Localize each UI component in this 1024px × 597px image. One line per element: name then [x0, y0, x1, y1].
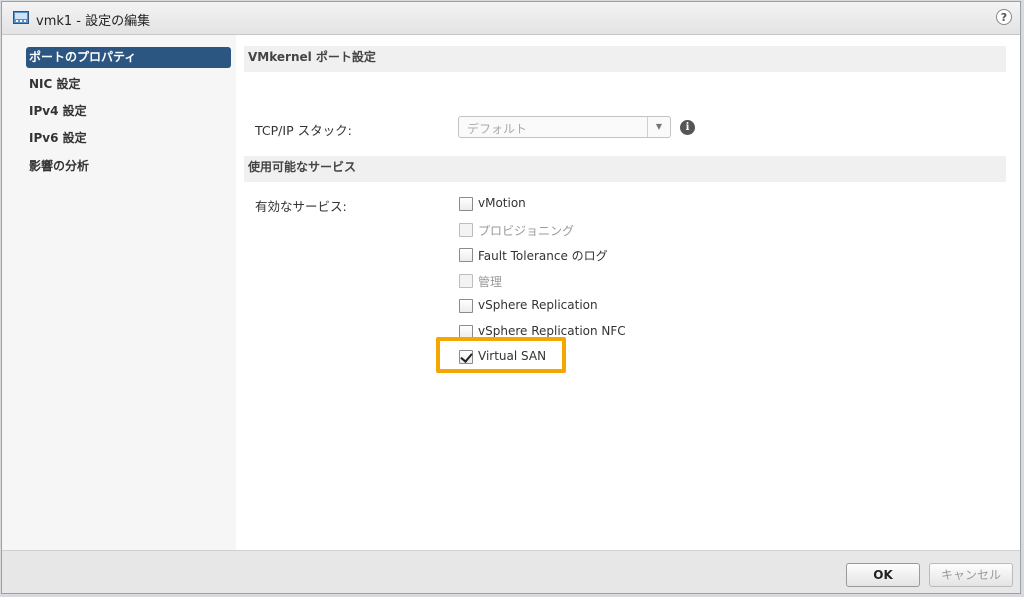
sidebar-item-port-properties[interactable]: ポートのプロパティ	[26, 47, 231, 68]
dialog-footer: OK キャンセル	[2, 550, 1020, 593]
settings-content: VMkernel ポート設定 TCP/IP スタック: デフォルト ▼ i 使用…	[236, 35, 1020, 550]
sidebar-item-nic-settings[interactable]: NIC 設定	[26, 74, 231, 95]
fault-tolerance-checkbox[interactable]	[459, 248, 473, 262]
info-icon[interactable]: i	[680, 120, 695, 135]
settings-sidebar: ポートのプロパティ NIC 設定 IPv4 設定 IPv6 設定 影響の分析	[2, 35, 236, 550]
help-icon[interactable]: ?	[996, 9, 1012, 25]
tcpip-stack-select[interactable]: デフォルト ▼	[458, 116, 671, 138]
network-adapter-icon	[13, 11, 29, 24]
chevron-down-icon[interactable]: ▼	[647, 117, 670, 137]
title-bar[interactable]: vmk1 - 設定の編集 ?	[2, 2, 1020, 35]
edit-settings-dialog: vmk1 - 設定の編集 ? ポートのプロパティ NIC 設定 IPv4 設定 …	[1, 1, 1021, 594]
vsphere-replication-label: vSphere Replication	[478, 298, 598, 312]
fault-tolerance-label: Fault Tolerance のログ	[478, 249, 608, 263]
section-header-services: 使用可能なサービス	[244, 156, 1006, 182]
provisioning-checkbox	[459, 223, 473, 237]
highlight-box	[436, 337, 566, 373]
provisioning-label: プロビジョニング	[478, 224, 575, 238]
vsphere-replication-nfc-label: vSphere Replication NFC	[478, 324, 626, 338]
sidebar-item-impact-analysis[interactable]: 影響の分析	[26, 156, 231, 177]
tcpip-stack-value: デフォルト	[467, 122, 528, 136]
cancel-button[interactable]: キャンセル	[929, 563, 1013, 587]
sidebar-item-ipv6-settings[interactable]: IPv6 設定	[26, 128, 231, 149]
vmotion-checkbox[interactable]	[459, 197, 473, 211]
dialog-title: vmk1 - 設定の編集	[36, 14, 151, 29]
vmotion-label: vMotion	[478, 196, 526, 210]
sidebar-item-ipv4-settings[interactable]: IPv4 設定	[26, 101, 231, 122]
vsphere-replication-checkbox[interactable]	[459, 299, 473, 313]
section-header-vmkernel: VMkernel ポート設定	[244, 46, 1006, 72]
ok-button[interactable]: OK	[846, 563, 920, 587]
management-checkbox	[459, 274, 473, 288]
tcpip-stack-label: TCP/IP スタック:	[255, 123, 352, 138]
enabled-services-label: 有効なサービス:	[255, 199, 347, 214]
management-label: 管理	[478, 275, 503, 289]
